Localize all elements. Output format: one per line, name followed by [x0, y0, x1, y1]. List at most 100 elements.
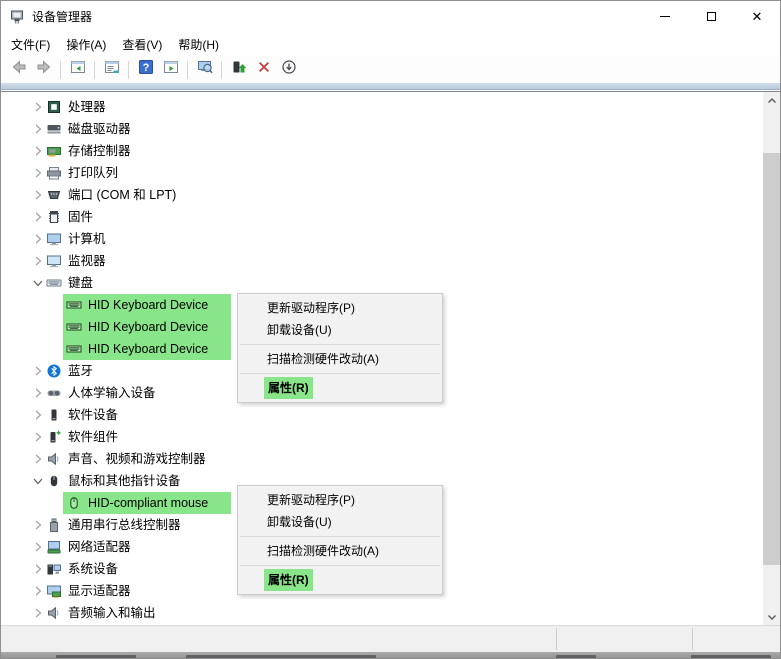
chevron-right-icon[interactable] — [30, 253, 46, 269]
tree-item-software-components[interactable]: 软件组件 — [1, 426, 763, 448]
chevron-down-icon[interactable] — [30, 275, 46, 291]
chevron-right-icon[interactable] — [30, 385, 46, 401]
toolbar-forward-button[interactable] — [31, 58, 56, 82]
chevron-right-icon[interactable] — [30, 429, 46, 445]
toolbar: ? — [1, 56, 780, 83]
scrollbar-up-icon[interactable] — [763, 92, 780, 109]
toolbar-back-button[interactable] — [6, 58, 31, 82]
menu-file[interactable]: 文件(F) — [3, 33, 58, 56]
menu-separator — [240, 565, 440, 566]
menu-item-properties[interactable]: 属性(R) — [238, 569, 442, 591]
tree-item-label: 处理器 — [68, 100, 106, 114]
tree-item-sound-video-game[interactable]: 声音、视频和游戏控制器 — [1, 448, 763, 470]
tree-item-print-queues[interactable]: 打印队列 — [1, 162, 763, 184]
audio-controller-icon — [46, 451, 62, 467]
tree-item-processors[interactable]: 处理器 — [1, 96, 763, 118]
storage-icon — [46, 143, 62, 159]
tree-item-label: HID Keyboard Device — [88, 298, 209, 312]
toolbar-help-button[interactable]: ? — [133, 58, 158, 82]
properties-icon — [104, 59, 120, 80]
toolbar-uninstall-device-button[interactable] — [251, 58, 276, 82]
printer-icon — [46, 165, 62, 181]
menu-item-update-driver[interactable]: 更新驱动程序(P) — [238, 297, 442, 319]
menu-item-properties[interactable]: 属性(R) — [238, 377, 442, 399]
chevron-right-icon[interactable] — [30, 165, 46, 181]
tree-item-computer[interactable]: 计算机 — [1, 228, 763, 250]
tree-item-label: 通用串行总线控制器 — [68, 518, 181, 532]
caption-buttons: ✕ — [642, 1, 780, 32]
device-manager-app-icon — [9, 9, 25, 25]
tree-item-label: 鼠标和其他指针设备 — [68, 474, 181, 488]
toolbar-properties-button[interactable] — [99, 58, 124, 82]
mouse-green-icon — [66, 495, 82, 511]
tree-item-audio-inputs-outputs[interactable]: 音频输入和输出 — [1, 602, 763, 624]
tree-item-label: 端口 (COM 和 LPT) — [68, 188, 177, 202]
scrollbar-thumb[interactable] — [763, 153, 780, 565]
tree-item-firmware[interactable]: 固件 — [1, 206, 763, 228]
disk-icon — [46, 121, 62, 137]
chevron-right-icon[interactable] — [30, 605, 46, 621]
chevron-right-icon[interactable] — [30, 561, 46, 577]
menu-item-uninstall-device[interactable]: 卸载设备(U) — [238, 319, 442, 341]
tree-item-disk-drives[interactable]: 磁盘驱动器 — [1, 118, 763, 140]
tree-item-label: 存储控制器 — [68, 144, 131, 158]
menu-item-label: 属性(R) — [264, 377, 313, 399]
close-button[interactable]: ✕ — [734, 1, 780, 32]
window-title: 设备管理器 — [32, 10, 93, 24]
toolbar-show-action-pane-button[interactable] — [158, 58, 183, 82]
forward-icon — [36, 59, 52, 80]
chevron-right-icon[interactable] — [30, 231, 46, 247]
minimize-button[interactable] — [642, 1, 688, 32]
menu-item-scan-hardware-changes[interactable]: 扫描检测硬件改动(A) — [238, 348, 442, 370]
scrollbar-down-icon[interactable] — [763, 608, 780, 625]
tree-item-software-devices[interactable]: 软件设备 — [1, 404, 763, 426]
menu-action[interactable]: 操作(A) — [58, 33, 114, 56]
toolbar-scan-hardware-changes-button[interactable] — [192, 58, 217, 82]
chevron-right-icon[interactable] — [30, 209, 46, 225]
context-menu-mouse: 更新驱动程序(P) 卸载设备(U) 扫描检测硬件改动(A) 属性(R) — [237, 485, 443, 595]
tree-item-ports-com-lpt[interactable]: 端口 (COM 和 LPT) — [1, 184, 763, 206]
tree-item-storage-controllers[interactable]: 存储控制器 — [1, 140, 763, 162]
chevron-right-icon[interactable] — [30, 143, 46, 159]
device-manager-window: 设备管理器 ✕ 文件(F) 操作(A) 查看(V) 帮助(H) ? 处理器磁盘驱… — [0, 0, 781, 659]
chevron-right-icon[interactable] — [30, 99, 46, 115]
minimize-icon — [660, 16, 670, 17]
menu-item-uninstall-device[interactable]: 卸载设备(U) — [238, 511, 442, 533]
menu-view[interactable]: 查看(V) — [114, 33, 170, 56]
toolbar-separator — [94, 60, 95, 79]
system-icon — [46, 561, 62, 577]
tree-item-monitors[interactable]: 监视器 — [1, 250, 763, 272]
menu-item-update-driver[interactable]: 更新驱动程序(P) — [238, 489, 442, 511]
chevron-right-icon[interactable] — [30, 407, 46, 423]
vertical-scrollbar[interactable] — [763, 92, 780, 625]
chevron-right-icon[interactable] — [30, 121, 46, 137]
back-icon — [11, 59, 27, 80]
chevron-right-icon[interactable] — [30, 187, 46, 203]
tree-item-keyboards[interactable]: 键盘 — [1, 272, 763, 294]
chevron-right-icon[interactable] — [30, 539, 46, 555]
chevron-right-icon[interactable] — [30, 451, 46, 467]
chevron-right-icon[interactable] — [30, 363, 46, 379]
firmware-icon — [46, 209, 62, 225]
taskbar-sliver — [1, 652, 780, 658]
menu-help[interactable]: 帮助(H) — [170, 33, 227, 56]
menu-item-scan-hardware-changes[interactable]: 扫描检测硬件改动(A) — [238, 540, 442, 562]
computer-icon — [46, 231, 62, 247]
chevron-right-icon[interactable] — [30, 583, 46, 599]
taskbar-sliver-mark — [56, 655, 136, 658]
tree-item-label: HID-compliant mouse — [88, 496, 209, 510]
svg-text:?: ? — [142, 62, 149, 74]
update-driver-icon — [231, 59, 247, 80]
toolbar-update-driver-button[interactable] — [226, 58, 251, 82]
tree-item-label: 声音、视频和游戏控制器 — [68, 452, 206, 466]
chevron-right-icon[interactable] — [30, 517, 46, 533]
maximize-icon — [706, 12, 716, 21]
chevron-down-icon[interactable] — [30, 473, 46, 489]
toolbar-show-console-tree-button[interactable] — [65, 58, 90, 82]
menu-item-label: 属性(R) — [264, 569, 313, 591]
mouse-icon — [46, 473, 62, 489]
maximize-button[interactable] — [688, 1, 734, 32]
monitor-icon — [46, 253, 62, 269]
toolbar-disable-device-button[interactable] — [276, 58, 301, 82]
show-action-pane-icon — [163, 59, 179, 80]
